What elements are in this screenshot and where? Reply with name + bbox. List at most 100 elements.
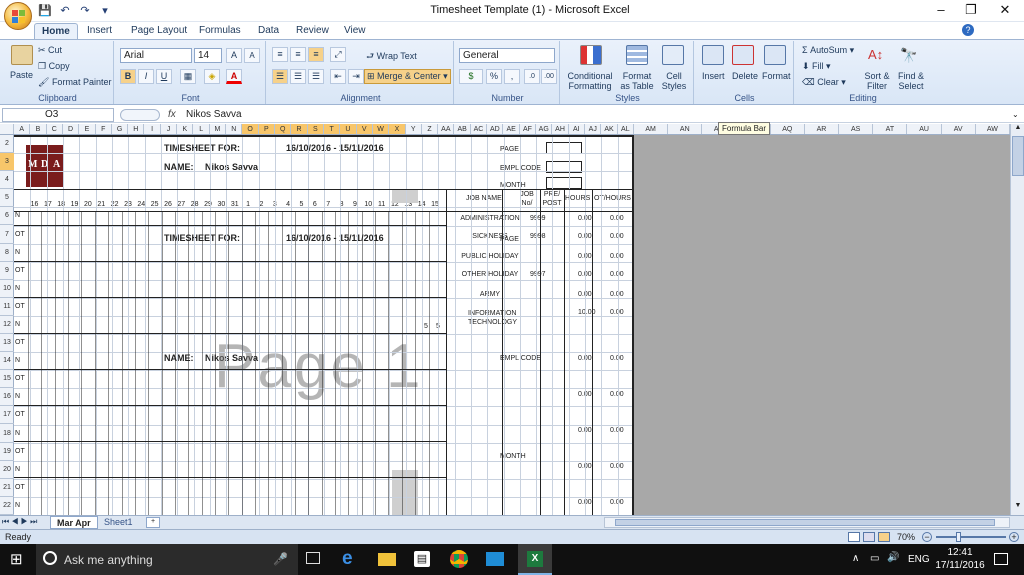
office-button[interactable] xyxy=(4,2,32,30)
sheet-tab-mar-apr[interactable]: Mar Apr xyxy=(50,516,98,529)
column-header-m[interactable]: M xyxy=(210,124,227,134)
font-name-select[interactable]: Arial xyxy=(120,48,192,63)
column-header-av[interactable]: AV xyxy=(942,124,976,134)
row-header-4[interactable]: 4 xyxy=(0,171,14,190)
row-header-15[interactable]: 15 xyxy=(0,370,14,389)
zoom-out-icon[interactable]: − xyxy=(922,532,932,542)
merge-center-button[interactable]: ⊞ Merge & Center ▾ xyxy=(364,69,451,84)
insert-cells-button[interactable]: Insert xyxy=(702,71,725,81)
font-size-select[interactable]: 14 xyxy=(194,48,222,63)
wrap-text-button[interactable]: ⮐ Wrap Text xyxy=(366,49,417,65)
find-select-button[interactable]: Find & Select xyxy=(894,71,928,91)
scroll-up-icon[interactable]: ▲ xyxy=(1012,124,1024,134)
network-icon[interactable]: ▭ xyxy=(870,553,879,564)
month-input-box[interactable] xyxy=(546,177,582,189)
row-header-10[interactable]: 10 xyxy=(0,280,14,298)
expand-formula-bar-icon[interactable]: ⌄ xyxy=(1012,108,1022,122)
borders-icon[interactable]: ▦ xyxy=(180,69,196,84)
outlook-icon[interactable] xyxy=(486,552,504,566)
column-header-f[interactable]: F xyxy=(96,124,112,134)
zoom-slider[interactable] xyxy=(936,536,1006,538)
column-header-d[interactable]: D xyxy=(63,124,80,134)
column-header-z[interactable]: Z xyxy=(422,124,439,134)
scroll-down-icon[interactable]: ▼ xyxy=(1012,502,1024,512)
tab-view[interactable]: View xyxy=(337,23,373,40)
column-header-af[interactable]: AF xyxy=(520,124,537,134)
orientation-icon[interactable]: ⤢ xyxy=(330,47,346,62)
autosum-button[interactable]: Σ AutoSum ▾ xyxy=(802,45,854,56)
row-header-22[interactable]: 22 xyxy=(0,497,14,515)
notifications-icon[interactable] xyxy=(994,553,1008,565)
conditional-formatting-button[interactable]: Conditional Formatting xyxy=(566,71,614,91)
row-header-13[interactable]: 13 xyxy=(0,334,14,353)
align-top-icon[interactable]: ≡ xyxy=(272,47,288,62)
select-all-corner[interactable] xyxy=(0,124,14,134)
italic-button[interactable]: I xyxy=(138,69,154,84)
column-header-as[interactable]: AS xyxy=(839,124,874,134)
column-header-ag[interactable]: AG xyxy=(536,124,553,134)
column-header-v[interactable]: V xyxy=(356,124,373,134)
column-header-n[interactable]: N xyxy=(226,124,243,134)
tray-chevron-icon[interactable]: ∧ xyxy=(852,553,859,564)
row-header-20[interactable]: 20 xyxy=(0,461,14,479)
page-layout-view-icon[interactable] xyxy=(863,532,875,542)
clear-button[interactable]: ⌫ Clear ▾ xyxy=(802,77,846,88)
column-header-i[interactable]: I xyxy=(145,124,161,134)
column-header-y[interactable]: Y xyxy=(406,124,422,134)
fill-color-icon[interactable]: ◈ xyxy=(204,69,220,84)
column-header-t[interactable]: T xyxy=(324,124,341,134)
row-header-14[interactable]: 14 xyxy=(0,352,14,371)
column-header-w[interactable]: W xyxy=(372,124,390,134)
help-icon[interactable]: ? xyxy=(962,24,974,36)
close-button[interactable]: ✕ xyxy=(988,1,1022,19)
number-format-select[interactable]: General xyxy=(459,48,555,63)
worksheet[interactable]: M D A TIMESHEET FOR: 16/10/2016 - 15/11/… xyxy=(14,135,634,515)
clock-time[interactable]: 12:41 xyxy=(936,547,984,558)
underline-button[interactable]: U xyxy=(156,69,172,84)
currency-button[interactable]: $ xyxy=(459,69,483,84)
column-header-aw[interactable]: AW xyxy=(976,124,1010,134)
row-header-2[interactable]: 2 xyxy=(0,135,14,154)
comma-button[interactable]: , xyxy=(504,69,520,84)
column-header-an[interactable]: AN xyxy=(668,124,703,134)
name-box[interactable]: O3 xyxy=(2,108,114,122)
column-header-o[interactable]: O xyxy=(242,124,259,134)
windows-start-icon[interactable]: ⊞ xyxy=(10,552,26,568)
formula-bar-content[interactable]: Nikos Savva xyxy=(186,108,242,122)
zoom-in-icon[interactable]: + xyxy=(1009,532,1019,542)
sort-filter-button[interactable]: Sort & Filter xyxy=(862,71,892,91)
column-header-aj[interactable]: AJ xyxy=(585,124,602,134)
increase-decimal-icon[interactable]: .0 xyxy=(524,69,540,84)
grow-font-button[interactable]: A xyxy=(226,48,242,63)
customize-qat-icon[interactable]: ▾ xyxy=(96,4,114,19)
row-header-18[interactable]: 18 xyxy=(0,425,14,443)
save-icon[interactable]: 💾 xyxy=(36,4,54,19)
row-header-16[interactable]: 16 xyxy=(0,388,14,407)
row-header-21[interactable]: 21 xyxy=(0,479,14,497)
column-header-e[interactable]: E xyxy=(79,124,96,134)
microphone-icon[interactable]: 🎤 xyxy=(273,552,288,566)
horizontal-scroll-thumb[interactable] xyxy=(615,519,995,526)
column-header-h[interactable]: H xyxy=(128,124,145,134)
column-header-ar[interactable]: AR xyxy=(805,124,840,134)
column-header-am[interactable]: AM xyxy=(634,124,669,134)
increase-indent-icon[interactable]: ⇥ xyxy=(348,69,364,84)
tab-page-layout[interactable]: Page Layout xyxy=(124,23,194,40)
shrink-font-button[interactable]: A xyxy=(244,48,260,63)
column-header-k[interactable]: K xyxy=(177,124,194,134)
paste-button[interactable]: Paste xyxy=(10,70,33,80)
column-header-ad[interactable]: AD xyxy=(487,124,504,134)
vertical-scroll-thumb[interactable] xyxy=(1012,136,1024,176)
column-header-aq[interactable]: AQ xyxy=(771,124,805,134)
column-header-u[interactable]: U xyxy=(340,124,357,134)
format-painter-button[interactable]: 🖌 Format Painter xyxy=(38,77,111,88)
row-header-5[interactable]: 5 xyxy=(0,189,14,208)
sheet-tab-sheet1[interactable]: Sheet1 xyxy=(98,516,139,529)
file-explorer-icon[interactable] xyxy=(378,553,396,566)
align-left-icon[interactable]: ☰ xyxy=(272,69,288,84)
vertical-scrollbar[interactable]: ▲ ▼ xyxy=(1010,124,1024,516)
column-header-a[interactable]: A xyxy=(14,124,31,134)
delete-cells-button[interactable]: Delete xyxy=(732,71,758,81)
tab-review[interactable]: Review xyxy=(289,23,336,40)
column-header-at[interactable]: AT xyxy=(873,124,908,134)
